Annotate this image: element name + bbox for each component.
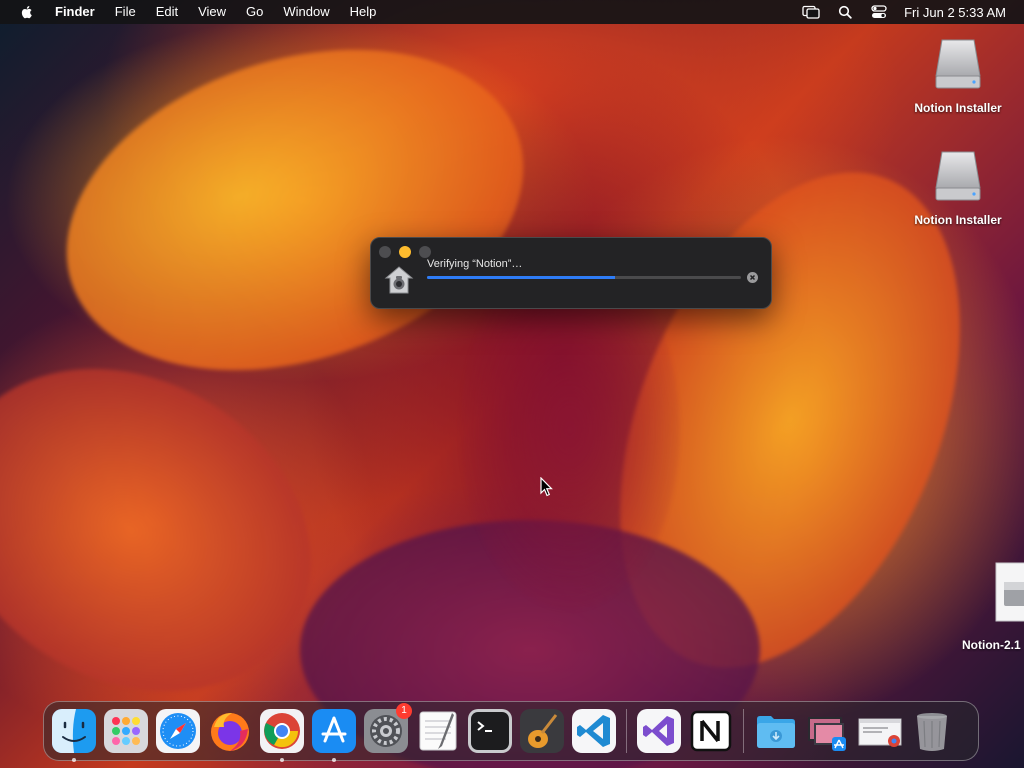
menu-bar: Finder File Edit View Go Window Help Fri…: [0, 0, 1024, 24]
menu-view[interactable]: View: [188, 0, 236, 24]
dock-item-safari[interactable]: [156, 709, 200, 753]
dock-item-finder[interactable]: [52, 709, 96, 762]
visual-studio-icon: [637, 709, 681, 753]
desktop-icon-label: Notion-2.1: [962, 638, 1021, 652]
disk-image-file-icon: [995, 562, 1024, 622]
dock-item-system-preferences[interactable]: 1: [364, 703, 412, 753]
dock-item-google-chrome[interactable]: [260, 709, 304, 762]
dock-item-screenshot-stack[interactable]: [806, 709, 850, 753]
dock-separator: [743, 709, 744, 753]
dialog-title: Verifying “Notion”…: [427, 258, 523, 270]
menu-window[interactable]: Window: [273, 0, 339, 24]
dock-item-trash[interactable]: [910, 709, 954, 753]
menu-edit[interactable]: Edit: [146, 0, 188, 24]
external-drive-icon: [935, 151, 981, 201]
dock-item-visual-studio[interactable]: [637, 709, 681, 753]
dock-item-downloads[interactable]: [754, 709, 798, 753]
mouse-cursor-icon: [540, 477, 553, 497]
textedit-icon: [419, 711, 457, 751]
notification-badge: 1: [396, 703, 412, 719]
menu-help[interactable]: Help: [340, 0, 387, 24]
chrome-icon: [260, 709, 304, 753]
finder-verification-icon: [384, 266, 414, 294]
dock-separator: [626, 709, 627, 753]
cancel-verification-button[interactable]: [747, 272, 758, 283]
desktop-icon-notion-dmg[interactable]: Notion-2.1: [950, 562, 1024, 652]
dock-item-launchpad[interactable]: [104, 709, 148, 753]
menu-bar-clock[interactable]: Fri Jun 2 5:33 AM: [904, 5, 1006, 20]
finder-icon: [52, 709, 96, 753]
running-indicator: [280, 758, 284, 762]
dock-item-terminal[interactable]: [468, 709, 512, 753]
external-drive-icon: [935, 39, 981, 89]
guitar-icon: [520, 709, 564, 753]
desktop-icon-notion-installer[interactable]: Notion Installer: [903, 148, 1013, 227]
vscode-icon: [572, 709, 616, 753]
dock-item-app-store[interactable]: [312, 709, 356, 762]
screen-mirroring-icon[interactable]: [802, 4, 820, 20]
browser-window-icon: [858, 718, 902, 747]
window-zoom-button[interactable]: [419, 246, 431, 258]
desktop-icon-notion-installer[interactable]: Notion Installer: [903, 36, 1013, 115]
dock-item-textedit[interactable]: [416, 709, 460, 753]
window-close-button[interactable]: [379, 246, 391, 258]
window-minimize-button[interactable]: [399, 246, 411, 258]
dock-item-chrome-window[interactable]: [858, 709, 902, 753]
close-icon: [749, 274, 756, 281]
spotlight-search-icon[interactable]: [836, 4, 854, 20]
menu-file[interactable]: File: [105, 0, 146, 24]
app-store-icon: [312, 709, 356, 753]
launchpad-icon: [104, 709, 148, 753]
verifying-dialog: Verifying “Notion”…: [370, 237, 772, 309]
notion-icon: [690, 710, 732, 752]
progress-bar: [427, 276, 741, 279]
dock-item-notion[interactable]: [689, 709, 733, 753]
running-indicator: [332, 758, 336, 762]
desktop-icon-label: Notion Installer: [914, 213, 1002, 227]
dock: 1: [43, 701, 979, 762]
firefox-icon: [211, 713, 249, 751]
dock-item-firefox[interactable]: [208, 709, 252, 753]
downloads-folder-icon: [757, 716, 795, 748]
image-stack-icon: [808, 717, 846, 751]
menu-go[interactable]: Go: [236, 0, 273, 24]
trash-icon: [917, 713, 947, 751]
desktop: Finder File Edit View Go Window Help Fri…: [0, 0, 1024, 768]
safari-icon: [156, 709, 200, 753]
running-indicator: [72, 758, 76, 762]
dock-item-garageband[interactable]: [520, 709, 564, 753]
terminal-icon: [468, 709, 512, 753]
menu-app-finder[interactable]: Finder: [49, 0, 105, 24]
control-center-icon[interactable]: [870, 4, 888, 20]
desktop-icon-label: Notion Installer: [914, 101, 1002, 115]
apple-menu-icon[interactable]: [19, 4, 35, 20]
dock-item-visual-studio-code[interactable]: [572, 709, 616, 753]
progress-bar-fill: [427, 276, 616, 279]
